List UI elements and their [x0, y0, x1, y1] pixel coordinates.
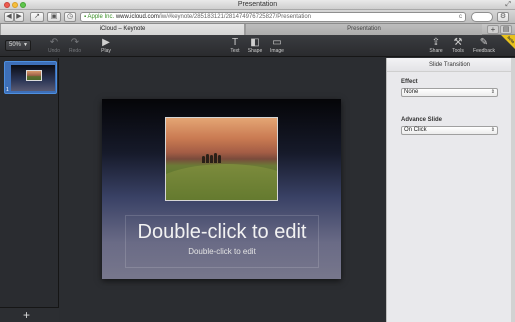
browser-window: Presentation ⤢ ◀ ▶ ↗ ▣ ◷ ▪ Apple Inc. ww…: [0, 0, 515, 322]
share-button[interactable]: ⇪ Share: [424, 37, 448, 55]
cypress-trees: [202, 153, 224, 163]
title-placeholder[interactable]: Double-click to edit Double-click to edi…: [125, 215, 319, 268]
search-field[interactable]: [471, 12, 493, 22]
shape-icon: ◧: [250, 37, 260, 48]
address-path: /iw/#keynote/285183121/281474976725827/P…: [158, 14, 311, 20]
book-icon: ▣: [50, 13, 58, 20]
reload-icon[interactable]: c: [459, 13, 462, 21]
shape-label: Shape: [247, 48, 263, 54]
slide-title[interactable]: Double-click to edit: [126, 221, 318, 244]
tab-overview-button[interactable]: ▤: [500, 25, 512, 34]
slide-navigator: 1 +: [0, 58, 59, 322]
navigator-footer: +: [0, 307, 59, 322]
title-bar: Presentation ⤢: [0, 0, 515, 10]
slide-photo[interactable]: [165, 117, 278, 201]
add-slide-button[interactable]: +: [23, 308, 30, 322]
slide[interactable]: Double-click to edit Double-click to edi…: [102, 99, 341, 279]
shape-button[interactable]: ◧ Shape: [243, 37, 267, 55]
address-bar[interactable]: ▪ Apple Inc. www.icloud.com/iw/#keynote/…: [80, 12, 466, 22]
keynote-toolbar: 50% ▼ ↶ Undo ↷ Redo ▶ Play T Text ◧ Shap…: [0, 35, 515, 57]
feedback-icon: ✎: [479, 37, 489, 48]
select-arrows-icon: ⇕: [490, 89, 495, 95]
select-arrows-icon: ⇕: [490, 127, 495, 133]
secure-site-label: Apple Inc.: [87, 14, 115, 20]
tab-icloud-keynote[interactable]: iCloud – Keynote: [0, 24, 245, 35]
share-label: Share: [429, 48, 443, 54]
tools-button[interactable]: ⚒ Tools: [446, 37, 470, 55]
fullscreen-icon[interactable]: ⤢: [505, 1, 511, 9]
window-scrollbar[interactable]: [511, 58, 515, 322]
reader-button[interactable]: ▣: [47, 12, 61, 22]
share-icon: ↗: [34, 13, 40, 20]
tools-label: Tools: [452, 48, 464, 54]
feedback-button[interactable]: ✎ Feedback: [472, 37, 496, 55]
image-button[interactable]: ▭ Image: [265, 37, 289, 55]
play-icon: ▶: [102, 37, 110, 48]
history-button[interactable]: ◷: [64, 12, 76, 22]
slide-thumbnail-preview: [11, 65, 55, 91]
image-label: Image: [270, 48, 284, 54]
slide-number: 1: [6, 87, 9, 93]
address-host: www.icloud.com: [115, 14, 159, 20]
effect-value: None: [404, 89, 419, 95]
inspector-panel: Slide Transition Effect None ⇕ Advance S…: [386, 58, 512, 322]
slide-subtitle[interactable]: Double-click to edit: [126, 247, 318, 256]
clock-icon: ◷: [66, 13, 74, 20]
redo-button[interactable]: ↷ Redo: [63, 37, 87, 55]
lock-icon: ▪: [84, 14, 87, 20]
image-icon: ▭: [272, 37, 282, 48]
feedback-label: Feedback: [473, 48, 495, 54]
settings-button[interactable]: ⚙: [497, 12, 509, 22]
effect-select[interactable]: None ⇕: [401, 88, 498, 97]
share-icon: ⇪: [431, 37, 441, 48]
tab-bar: iCloud – Keynote Presentation + ▤: [0, 24, 515, 35]
thumbnail-image: [26, 70, 42, 81]
back-button[interactable]: ◀: [4, 12, 14, 22]
share-button[interactable]: ↗: [30, 12, 44, 22]
redo-icon: ↷: [70, 37, 80, 48]
slide-thumbnail[interactable]: 1: [4, 61, 57, 94]
inspector-title: Slide Transition: [387, 58, 512, 72]
redo-label: Redo: [69, 48, 81, 54]
effect-label: Effect: [401, 79, 418, 85]
new-tab-button[interactable]: +: [487, 25, 499, 34]
play-button[interactable]: ▶ Play: [94, 37, 118, 55]
gear-icon: ⚙: [499, 13, 507, 20]
wrench-icon: ⚒: [453, 37, 463, 48]
chevron-down-icon: ▼: [23, 42, 28, 48]
tab-presentation[interactable]: Presentation: [245, 24, 482, 35]
browser-toolbar: ◀ ▶ ↗ ▣ ◷ ▪ Apple Inc. www.icloud.com/iw…: [0, 10, 515, 24]
hill: [166, 164, 277, 200]
forward-arrow-icon: ▶: [16, 13, 22, 20]
forward-button[interactable]: ▶: [14, 12, 24, 22]
slide-canvas: Double-click to edit Double-click to edi…: [60, 58, 386, 322]
zoom-select[interactable]: 50% ▼: [5, 40, 31, 51]
advance-slide-label: Advance Slide: [401, 117, 443, 123]
advance-slide-value: On Click: [404, 127, 427, 133]
advance-slide-select[interactable]: On Click ⇕: [401, 126, 498, 135]
play-label: Play: [101, 48, 111, 54]
zoom-value: 50%: [9, 42, 22, 48]
back-arrow-icon: ◀: [6, 13, 12, 20]
window-title: Presentation: [237, 1, 278, 8]
